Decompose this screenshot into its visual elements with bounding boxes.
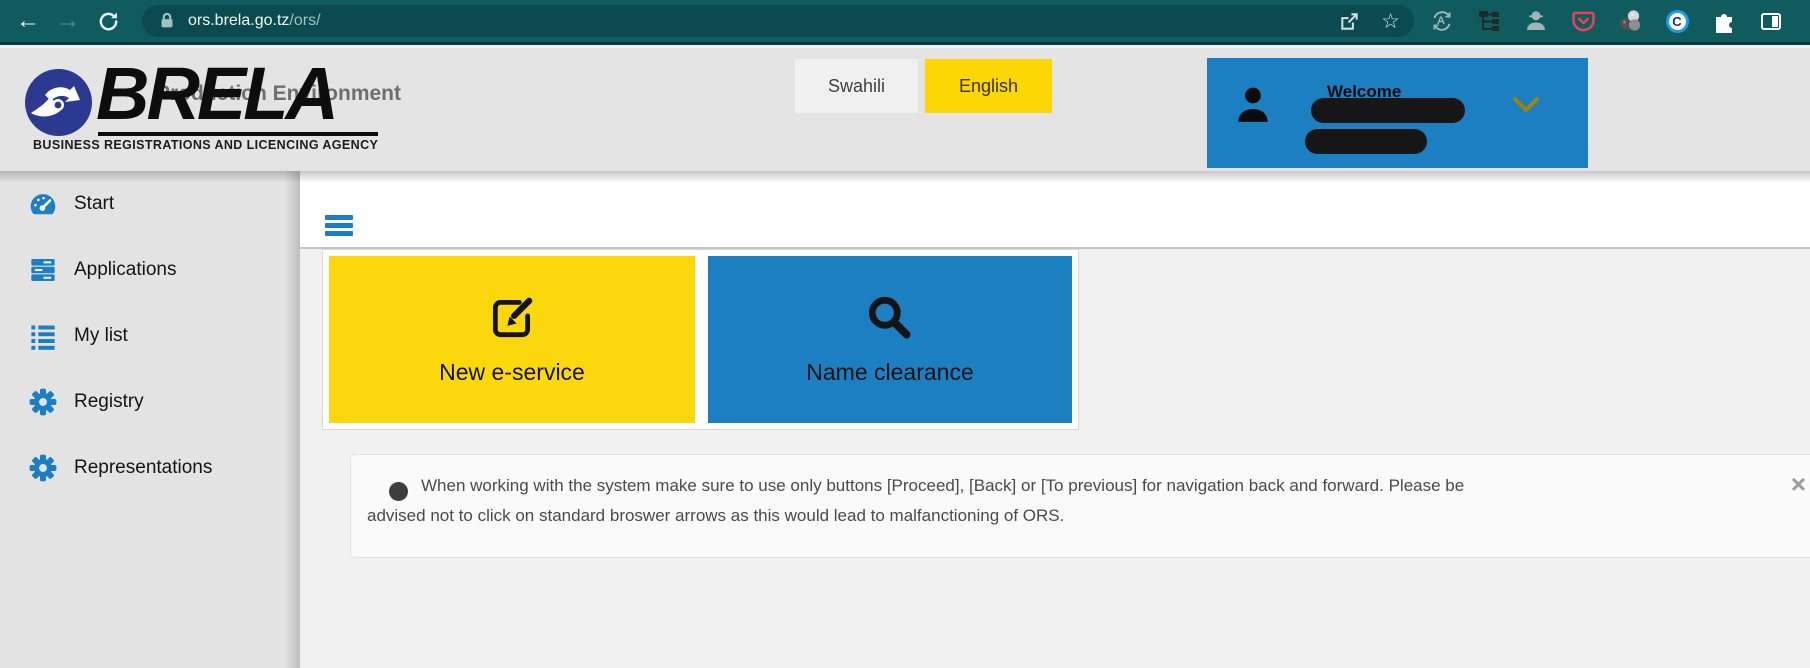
list-icon (26, 322, 60, 350)
sidebar-item-applications[interactable]: Applications (0, 237, 300, 303)
sidebar-item-representations[interactable]: Representations (0, 435, 300, 501)
sidebar-item-label: Applications (74, 259, 176, 281)
logo-wordmark: BRELA (96, 57, 336, 131)
name-clearance-tile[interactable]: Name clearance (708, 256, 1072, 423)
browser-toolbar: ← → ors.brela.go.tz/ors/ ☆ A (0, 0, 1810, 45)
main-content: New e-service Name clearance iWhen worki… (300, 171, 1810, 668)
spheres-extension-icon[interactable] (1618, 9, 1642, 33)
pocket-extension-icon[interactable] (1571, 9, 1595, 33)
gear-icon (26, 388, 60, 416)
sidebar-item-my-list[interactable]: My list (0, 303, 300, 369)
search-icon (865, 293, 915, 343)
browser-back-icon[interactable]: ← (8, 0, 48, 42)
sidebar-item-start[interactable]: Start (0, 171, 300, 237)
browser-forward-icon[interactable]: → (48, 0, 88, 42)
tile-label: Name clearance (806, 359, 973, 386)
language-english-button[interactable]: English (925, 59, 1052, 113)
tile-label: New e-service (439, 359, 585, 386)
sidebar-item-registry[interactable]: Registry (0, 369, 300, 435)
hamburger-menu-icon[interactable] (325, 215, 353, 239)
redaction-blob (1305, 129, 1427, 154)
url-host: ors.brela.go.tz (188, 12, 289, 30)
browser-reload-icon[interactable] (88, 10, 128, 33)
user-menu[interactable]: Welcome JUMA (1207, 58, 1588, 168)
chevron-down-icon[interactable] (1511, 96, 1541, 114)
language-swahili-button[interactable]: Swahili (795, 59, 918, 113)
share-icon[interactable] (1337, 9, 1361, 33)
redaction-blob (1311, 98, 1465, 123)
sidebar-item-label: Start (74, 193, 114, 215)
bookmark-star-icon[interactable]: ☆ (1381, 9, 1400, 34)
gear-icon (26, 454, 60, 482)
side-panel-icon[interactable] (1759, 9, 1783, 33)
address-bar[interactable]: ors.brela.go.tz/ors/ ☆ (142, 5, 1414, 37)
alert-message: iWhen working with the system make sure … (367, 471, 1764, 531)
extensions-tray: A C (1430, 9, 1783, 33)
url-path: /ors/ (289, 12, 320, 30)
sidebar-item-label: Registry (74, 391, 144, 413)
sitemap-extension-icon[interactable] (1477, 9, 1501, 33)
brela-logo[interactable]: BRELA BUSINESS REGISTRATIONS AND LICENCI… (0, 48, 400, 171)
sidebar: Start Applications My list (0, 171, 300, 668)
user-agent-extension-icon[interactable] (1524, 9, 1548, 33)
sidebar-item-label: Representations (74, 457, 212, 479)
logo-underline (98, 132, 378, 136)
site-header: Production Environment BRELA BUSINESS RE… (0, 48, 1810, 171)
sidebar-item-label: My list (74, 325, 128, 347)
stack-icon (26, 256, 60, 284)
logo-subtitle: BUSINESS REGISTRATIONS AND LICENCING AGE… (33, 138, 383, 152)
alert-close-icon[interactable]: × (1791, 471, 1806, 497)
gauge-icon (26, 190, 60, 218)
extensions-puzzle-icon[interactable] (1712, 9, 1736, 33)
translate-extension-icon[interactable]: A (1430, 9, 1454, 33)
user-avatar-icon (1235, 85, 1271, 125)
lock-icon (156, 10, 178, 32)
info-alert: iWhen working with the system make sure … (350, 454, 1810, 558)
service-tiles: New e-service Name clearance (322, 249, 1079, 430)
brela-logo-mark-icon (25, 69, 92, 136)
content-area: New e-service Name clearance iWhen worki… (300, 249, 1810, 666)
edit-icon (487, 293, 537, 343)
info-icon: i (389, 482, 408, 501)
new-e-service-tile[interactable]: New e-service (329, 256, 695, 423)
content-toolbar (300, 171, 1810, 249)
colorzilla-extension-icon[interactable]: C (1665, 9, 1689, 33)
